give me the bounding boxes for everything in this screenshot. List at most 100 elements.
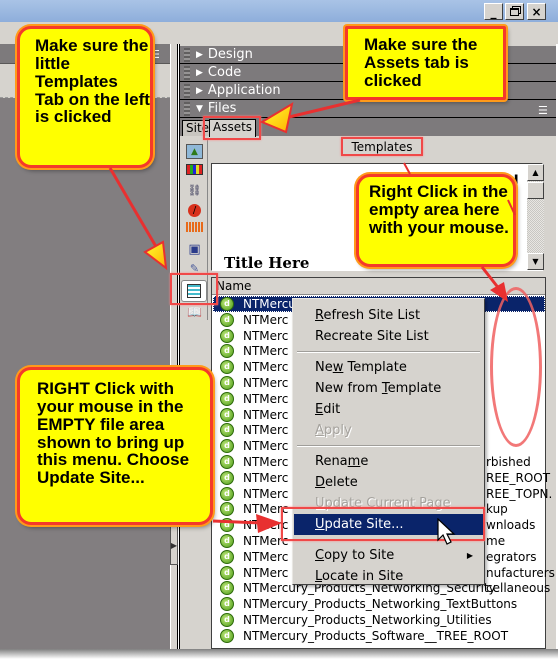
movies-icon[interactable]: ▣ bbox=[186, 242, 203, 257]
highlight-templates-button bbox=[170, 273, 218, 305]
expanded-triangle-icon: ▼ bbox=[196, 103, 203, 114]
colors-icon[interactable] bbox=[186, 164, 203, 175]
menu-item-label: New from Template bbox=[315, 381, 442, 396]
file-list-row[interactable]: d NTMercury_Products_Software__TREE_ROOT bbox=[213, 627, 545, 644]
file-name-fragment: cellaneous bbox=[486, 581, 551, 596]
template-file-icon: d bbox=[220, 311, 236, 327]
flash-icon[interactable]: / bbox=[186, 203, 203, 218]
urls-icon[interactable]: ⛓ bbox=[186, 183, 203, 198]
menu-item-refresh-site-list[interactable]: Refresh Site List bbox=[294, 305, 483, 326]
file-name: NTMerc bbox=[243, 470, 289, 485]
template-file-icon: d bbox=[220, 596, 236, 612]
file-name: NTMerc bbox=[243, 455, 289, 469]
menu-item-copy-to-site[interactable]: Copy to Site ▶ bbox=[294, 545, 483, 566]
menu-item-delete[interactable]: Delete bbox=[294, 472, 483, 493]
window-title-bar bbox=[0, 0, 558, 22]
images-icon[interactable]: ▲ bbox=[186, 144, 203, 159]
template-file-icon: d bbox=[220, 627, 236, 643]
grip-icon[interactable] bbox=[184, 47, 190, 62]
callout-text: Make sure the Assets tab is clicked bbox=[364, 35, 478, 90]
collapsed-triangle-icon: ▶ bbox=[196, 49, 203, 60]
template-file-icon: d bbox=[220, 485, 236, 501]
file-name: NTMerc bbox=[243, 565, 289, 580]
file-name: NTMerc bbox=[243, 328, 289, 343]
file-name: NTMercury_Products_Networking_Utilities bbox=[243, 613, 492, 627]
file-name: NTMerc bbox=[243, 360, 289, 375]
library-icon[interactable]: 📖 bbox=[186, 304, 203, 319]
grip-icon[interactable] bbox=[184, 65, 190, 80]
panel-group-label: Code bbox=[207, 65, 242, 80]
column-header-name[interactable]: Name bbox=[212, 278, 545, 295]
panel-group-label: Design bbox=[207, 47, 253, 62]
template-file-icon: d bbox=[220, 469, 236, 485]
grip-icon[interactable] bbox=[184, 101, 190, 116]
close-icon: × bbox=[531, 4, 542, 19]
file-name-fragment: kup bbox=[486, 502, 508, 517]
menu-item-label: Copy to Site bbox=[315, 548, 395, 563]
restore-button[interactable] bbox=[505, 3, 524, 20]
grip-icon[interactable] bbox=[184, 83, 190, 98]
menu-separator bbox=[297, 351, 480, 353]
file-name: NTMerc bbox=[243, 423, 289, 438]
file-name-fragment: rbished bbox=[486, 455, 531, 469]
menu-item-label: New Template bbox=[315, 360, 407, 375]
menu-item-locate-in-site[interactable]: Locate in Site bbox=[294, 566, 483, 587]
file-name-fragment: me bbox=[486, 534, 506, 548]
highlight-empty-area bbox=[490, 287, 542, 447]
menu-item-apply[interactable]: Apply bbox=[294, 420, 483, 441]
template-file-icon: d bbox=[220, 359, 236, 375]
menu-item-label: Rename bbox=[315, 454, 369, 469]
template-file-icon: d bbox=[220, 390, 236, 406]
menu-item-edit[interactable]: Edit bbox=[294, 399, 483, 420]
minimize-button[interactable]: _ bbox=[484, 3, 503, 20]
file-name: NTMerc bbox=[243, 312, 289, 327]
collapsed-triangle-icon: ▶ bbox=[196, 67, 203, 78]
menu-item-new-template[interactable]: New Template bbox=[294, 357, 483, 378]
file-name: NTMerc bbox=[243, 391, 289, 406]
file-name: NTMerc bbox=[243, 407, 289, 422]
close-button[interactable]: × bbox=[527, 3, 546, 20]
template-file-icon: d bbox=[220, 580, 236, 596]
file-name: NTMerc bbox=[243, 486, 289, 501]
file-name-fragment: REE_TOPN. bbox=[486, 486, 553, 501]
template-file-icon: d bbox=[220, 612, 236, 627]
callout-right-click-area: Right Click in the empty area here with … bbox=[356, 174, 516, 267]
file-name: NTMerc bbox=[243, 549, 289, 564]
template-file-icon: d bbox=[220, 564, 236, 580]
menu-separator bbox=[297, 445, 480, 447]
scroll-up-button[interactable]: ▲ bbox=[527, 164, 544, 181]
scroll-down-button[interactable]: ▼ bbox=[527, 253, 544, 270]
restore-icon bbox=[510, 7, 519, 16]
shockwave-icon[interactable] bbox=[186, 222, 203, 232]
menu-item-rename[interactable]: Rename bbox=[294, 451, 483, 472]
scroll-thumb[interactable] bbox=[527, 182, 544, 199]
template-file-icon: d bbox=[220, 327, 236, 343]
template-file-icon: d bbox=[220, 375, 236, 390]
expand-arrow-icon: ▶ bbox=[170, 540, 178, 550]
menu-item-label: Edit bbox=[315, 402, 341, 417]
expand-panel-button[interactable]: ▶ bbox=[170, 525, 178, 565]
file-list-row[interactable]: d NTMercury_Products_Networking_Utilities bbox=[213, 612, 545, 628]
menu-item-label: Recreate Site List bbox=[315, 329, 429, 344]
template-file-icon: d bbox=[220, 406, 236, 422]
menu-item-label: Locate in Site bbox=[315, 569, 404, 584]
menu-item-new-from-template[interactable]: New from Template bbox=[294, 378, 483, 399]
menu-item-recreate-site-list[interactable]: Recreate Site List bbox=[294, 326, 483, 347]
callout-assets-tab: Make sure the Assets tab is clicked bbox=[345, 26, 506, 100]
template-file-icon: d bbox=[220, 422, 236, 438]
callout-text: RIGHT Click with your mouse in the EMPTY… bbox=[37, 379, 190, 488]
file-name: NTMerc bbox=[243, 439, 289, 454]
file-list-row[interactable]: d NTMercury_Products_Networking_TextButto… bbox=[213, 596, 545, 612]
menu-item-label: Delete bbox=[315, 475, 358, 490]
minimize-icon: _ bbox=[490, 4, 497, 19]
preview-title: Title Here bbox=[224, 254, 310, 272]
callout-text: Right Click in the empty area here with … bbox=[369, 182, 509, 237]
file-name: NTMerc bbox=[243, 344, 289, 359]
callout-right-click-menu: RIGHT Click with your mouse in the EMPTY… bbox=[17, 367, 213, 525]
template-file-icon: d bbox=[220, 343, 236, 359]
file-name: NTMerc bbox=[243, 376, 289, 390]
template-file-icon: d bbox=[220, 533, 236, 548]
file-name-fragment: egrators bbox=[486, 549, 537, 564]
files-options-menu-icon[interactable]: ☰ bbox=[538, 104, 548, 117]
callout-templates-tab: Make sure the little Templates Tab on th… bbox=[17, 26, 153, 168]
